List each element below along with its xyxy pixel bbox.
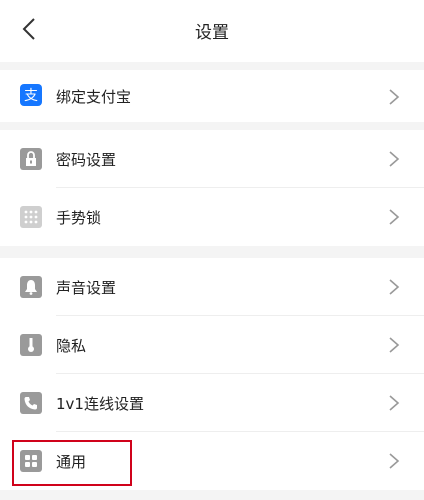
settings-group-general: 声音设置 隐私 1v1连线设置 通用: [0, 258, 424, 490]
settings-item-label: 密码设置: [56, 151, 117, 169]
chevron-right-icon: [389, 395, 400, 411]
chevron-right-icon: [389, 279, 400, 295]
settings-item-label: 声音设置: [56, 279, 117, 297]
alipay-icon: 支: [20, 84, 42, 106]
settings-group-account: 支 绑定支付宝: [0, 70, 424, 122]
gesture-grid-icon: [20, 206, 42, 228]
settings-item-1v1-connect[interactable]: 1v1连线设置: [0, 374, 424, 432]
settings-item-privacy[interactable]: 隐私: [0, 316, 424, 374]
chevron-right-icon: [389, 453, 400, 469]
settings-item-label: 绑定支付宝: [56, 88, 132, 106]
settings-group-security: 密码设置 手势锁: [0, 130, 424, 246]
call-icon: [20, 392, 42, 414]
settings-item-sound[interactable]: 声音设置: [0, 258, 424, 316]
chevron-right-icon: [389, 337, 400, 353]
chevron-right-icon: [389, 151, 400, 167]
settings-item-password[interactable]: 密码设置: [0, 130, 424, 188]
settings-item-label: 通用: [56, 453, 87, 471]
settings-item-gesture-lock[interactable]: 手势锁: [0, 188, 424, 246]
settings-item-label: 1v1连线设置: [56, 395, 144, 413]
settings-item-label: 手势锁: [56, 209, 102, 227]
svg-text:支: 支: [24, 88, 38, 104]
chevron-right-icon: [389, 209, 400, 225]
settings-item-general[interactable]: 通用: [0, 432, 424, 490]
grid-icon: [20, 450, 42, 472]
lock-icon: [20, 148, 42, 170]
chevron-right-icon: [389, 89, 400, 105]
privacy-icon: [20, 334, 42, 356]
bell-icon: [20, 276, 42, 298]
settings-item-label: 隐私: [56, 337, 87, 355]
settings-item-alipay[interactable]: 支 绑定支付宝: [0, 70, 424, 122]
settings-page: 设置 支 绑定支付宝 密码设置 手势锁 声音设置 隐私 1v1连线设置 通用: [0, 0, 424, 500]
header: 设置: [0, 0, 424, 62]
page-title: 设置: [195, 23, 229, 43]
